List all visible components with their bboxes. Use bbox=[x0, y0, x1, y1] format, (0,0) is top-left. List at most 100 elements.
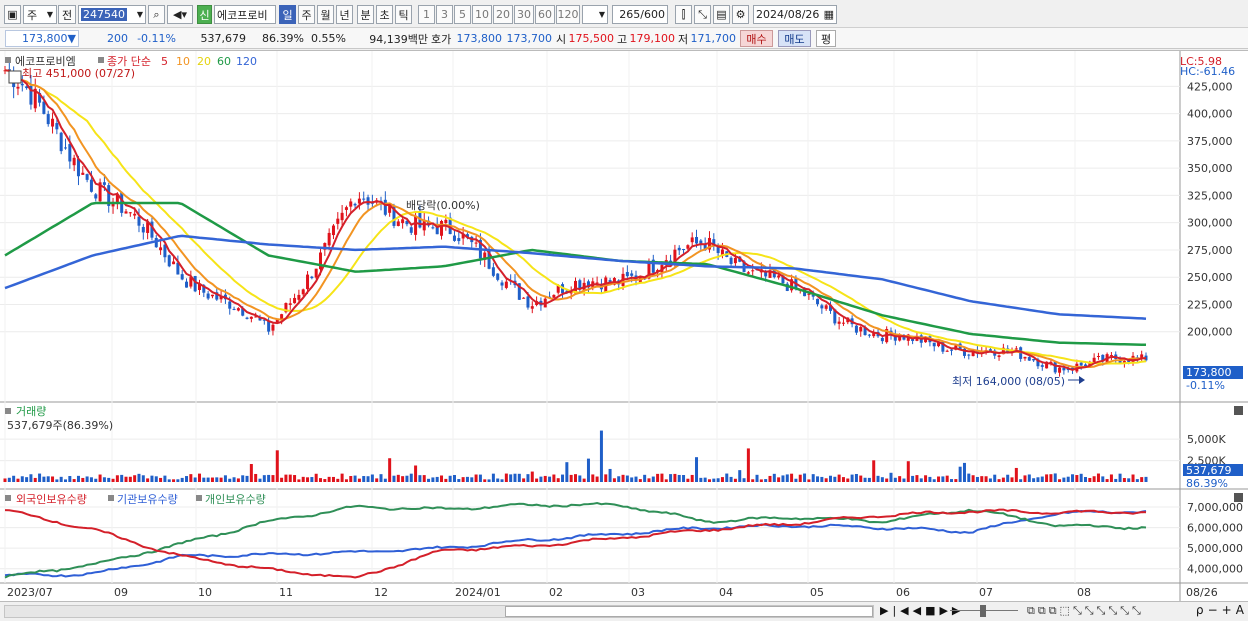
zoom-icons[interactable]: ⍴−+A bbox=[1196, 603, 1248, 617]
volume-y-tick: 5,000K bbox=[1187, 433, 1226, 446]
candle-body bbox=[249, 316, 253, 319]
volume-bar bbox=[314, 473, 318, 482]
candle-body bbox=[51, 118, 55, 127]
chart-canvas[interactable]: 425,000 400,000 375,000 350,000 325,000 300,0… bbox=[0, 51, 1248, 603]
volume-bar bbox=[712, 478, 716, 482]
volume-title[interactable]: 거래량 bbox=[16, 405, 46, 418]
interval-custom-select[interactable]: ▼ bbox=[582, 5, 608, 24]
volume-bar bbox=[543, 475, 547, 482]
candle-body bbox=[695, 236, 699, 244]
count-field[interactable]: 265/600 bbox=[612, 5, 668, 24]
ma5-line bbox=[4, 69, 1147, 371]
candle-body bbox=[357, 198, 361, 204]
high-label: 고 bbox=[617, 32, 628, 46]
volume-bar bbox=[893, 477, 897, 482]
candle-body bbox=[349, 201, 353, 207]
bid-price: 173,700 bbox=[506, 32, 553, 45]
candle-body bbox=[867, 334, 871, 336]
legend-individual[interactable]: 개인보유수량 bbox=[205, 493, 266, 506]
volume-pane-close-icon[interactable] bbox=[1234, 406, 1243, 415]
volume-bar bbox=[1049, 474, 1053, 482]
buy-button[interactable]: 매수 bbox=[740, 30, 773, 47]
speaker-icon[interactable]: ◀▾ bbox=[167, 5, 193, 24]
volume-bar bbox=[141, 475, 145, 482]
tab-weekly[interactable]: 주 bbox=[298, 5, 315, 24]
down-arrow-icon: ▼ bbox=[67, 32, 76, 45]
volume-bar bbox=[664, 479, 668, 482]
candle-body bbox=[816, 298, 820, 305]
volume-bar bbox=[746, 448, 750, 482]
candle-body bbox=[1079, 362, 1083, 366]
tab-tick[interactable]: 틱 bbox=[395, 5, 412, 24]
tab-monthly[interactable]: 월 bbox=[317, 5, 334, 24]
legend-ma5[interactable]: 5 bbox=[161, 55, 168, 68]
volume-bar bbox=[297, 479, 301, 482]
candle-body bbox=[859, 327, 863, 332]
shin-badge[interactable]: 신 bbox=[197, 5, 212, 24]
draw-line-icon[interactable]: ⤡ bbox=[694, 5, 711, 24]
interval-1[interactable]: 1 bbox=[418, 5, 435, 24]
volume-bar bbox=[427, 478, 431, 482]
window-icon[interactable]: ▣ bbox=[4, 5, 21, 24]
price-y-tick: 250,000 bbox=[1187, 271, 1233, 284]
volume-bar bbox=[906, 461, 910, 482]
volume-bar bbox=[660, 473, 664, 482]
legend-ma20[interactable]: 20 bbox=[197, 55, 211, 68]
tool-icons[interactable]: ⧉⧉⧉⬚⤡⤡⤡⤡⤡⤡ bbox=[1027, 604, 1144, 618]
volume-bar bbox=[945, 475, 949, 482]
stock-code-input[interactable]: 247540 ▼ bbox=[78, 5, 146, 24]
interval-5[interactable]: 5 bbox=[454, 5, 471, 24]
volume-bar bbox=[461, 477, 465, 482]
volume-bar bbox=[232, 477, 236, 482]
gear-icon[interactable]: ⚙ bbox=[732, 5, 749, 24]
high-price: 179,100 bbox=[629, 32, 676, 45]
legend-ma120[interactable]: 120 bbox=[236, 55, 257, 68]
ma10-line bbox=[4, 69, 1147, 369]
legend-ma60[interactable]: 60 bbox=[217, 55, 231, 68]
chart-area[interactable]: 425,000 400,000 375,000 350,000 325,000 300,0… bbox=[0, 50, 1248, 603]
candle-body bbox=[945, 350, 949, 352]
legend-ma10[interactable]: 10 bbox=[176, 55, 190, 68]
stock-name-field[interactable]: 에코프로비 bbox=[214, 5, 276, 24]
interval-10[interactable]: 10 bbox=[472, 5, 492, 24]
low-price: 171,700 bbox=[690, 32, 737, 45]
legend-institution[interactable]: 기관보유수량 bbox=[117, 493, 178, 506]
tab-minute[interactable]: 분 bbox=[357, 5, 374, 24]
eval-button[interactable]: 평 bbox=[816, 30, 836, 47]
volume-bar bbox=[383, 478, 387, 482]
volume-bar bbox=[120, 474, 124, 482]
candle-icon[interactable]: ⫿ bbox=[675, 5, 692, 24]
candle-body bbox=[686, 245, 690, 249]
volume-bar bbox=[418, 475, 422, 482]
tab-second[interactable]: 초 bbox=[376, 5, 393, 24]
volume-bar bbox=[1027, 474, 1031, 482]
volume-bar bbox=[764, 479, 768, 482]
save-icon[interactable]: ▤ bbox=[713, 5, 730, 24]
volume-bar bbox=[440, 475, 444, 482]
prev-button[interactable]: 전 bbox=[58, 5, 76, 24]
legend-foreign[interactable]: 외국인보유수량 bbox=[16, 493, 87, 506]
date-field[interactable]: 2024/08/26 ▦ bbox=[753, 5, 837, 24]
scrollbar-thumb[interactable] bbox=[505, 606, 873, 617]
interval-3[interactable]: 3 bbox=[436, 5, 453, 24]
min-arrow-head-icon bbox=[1079, 376, 1085, 384]
volume-bar bbox=[725, 473, 729, 482]
interval-120[interactable]: 120 bbox=[556, 5, 580, 24]
candle-body bbox=[124, 211, 128, 214]
holding-pane-close-icon[interactable] bbox=[1234, 493, 1243, 502]
volume-bar bbox=[478, 474, 482, 482]
tab-daily[interactable]: 일 bbox=[279, 5, 296, 24]
interval-20[interactable]: 20 bbox=[493, 5, 513, 24]
interval-30[interactable]: 30 bbox=[514, 5, 534, 24]
volume-bar bbox=[29, 474, 33, 482]
period-select[interactable]: 주 ▼ bbox=[23, 5, 57, 24]
interval-60[interactable]: 60 bbox=[535, 5, 555, 24]
horizontal-scrollbar[interactable] bbox=[4, 605, 874, 618]
search-icon[interactable]: ⌕ bbox=[148, 5, 165, 24]
tab-yearly[interactable]: 년 bbox=[336, 5, 353, 24]
volume-bar bbox=[185, 476, 189, 482]
volume-bar bbox=[1135, 479, 1139, 482]
candle-body bbox=[625, 272, 629, 277]
sell-button[interactable]: 매도 bbox=[778, 30, 811, 47]
zoom-slider-handle[interactable] bbox=[980, 605, 986, 617]
